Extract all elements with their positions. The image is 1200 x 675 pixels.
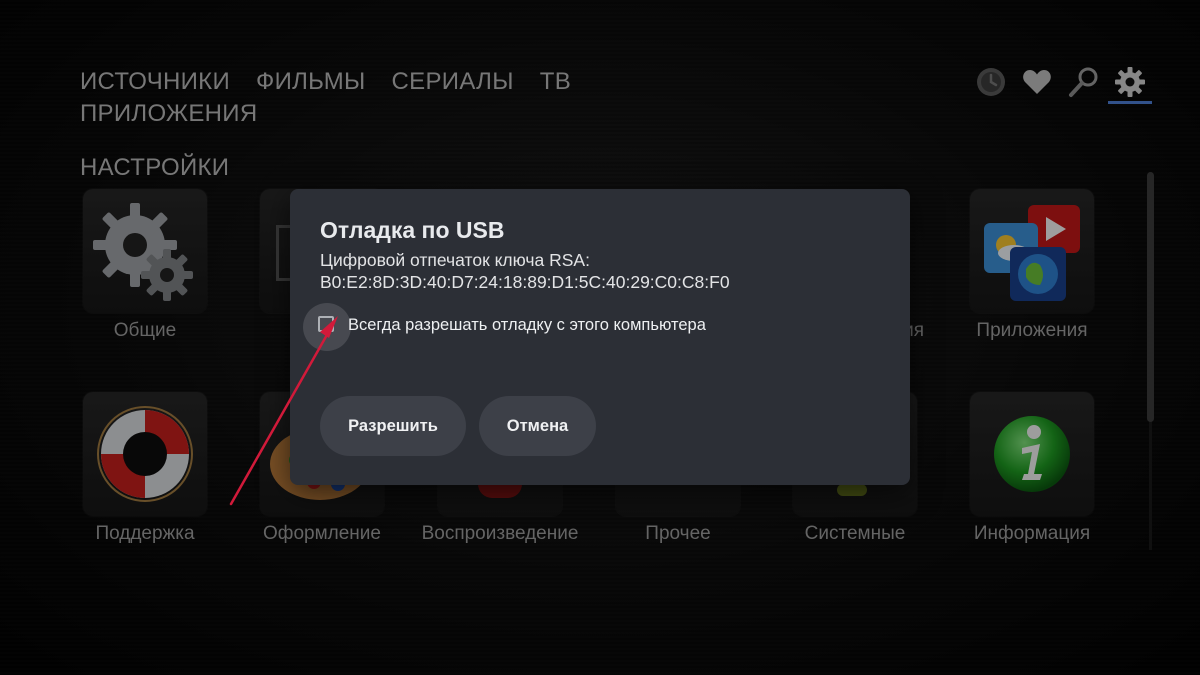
annotation-arrow bbox=[229, 316, 338, 506]
